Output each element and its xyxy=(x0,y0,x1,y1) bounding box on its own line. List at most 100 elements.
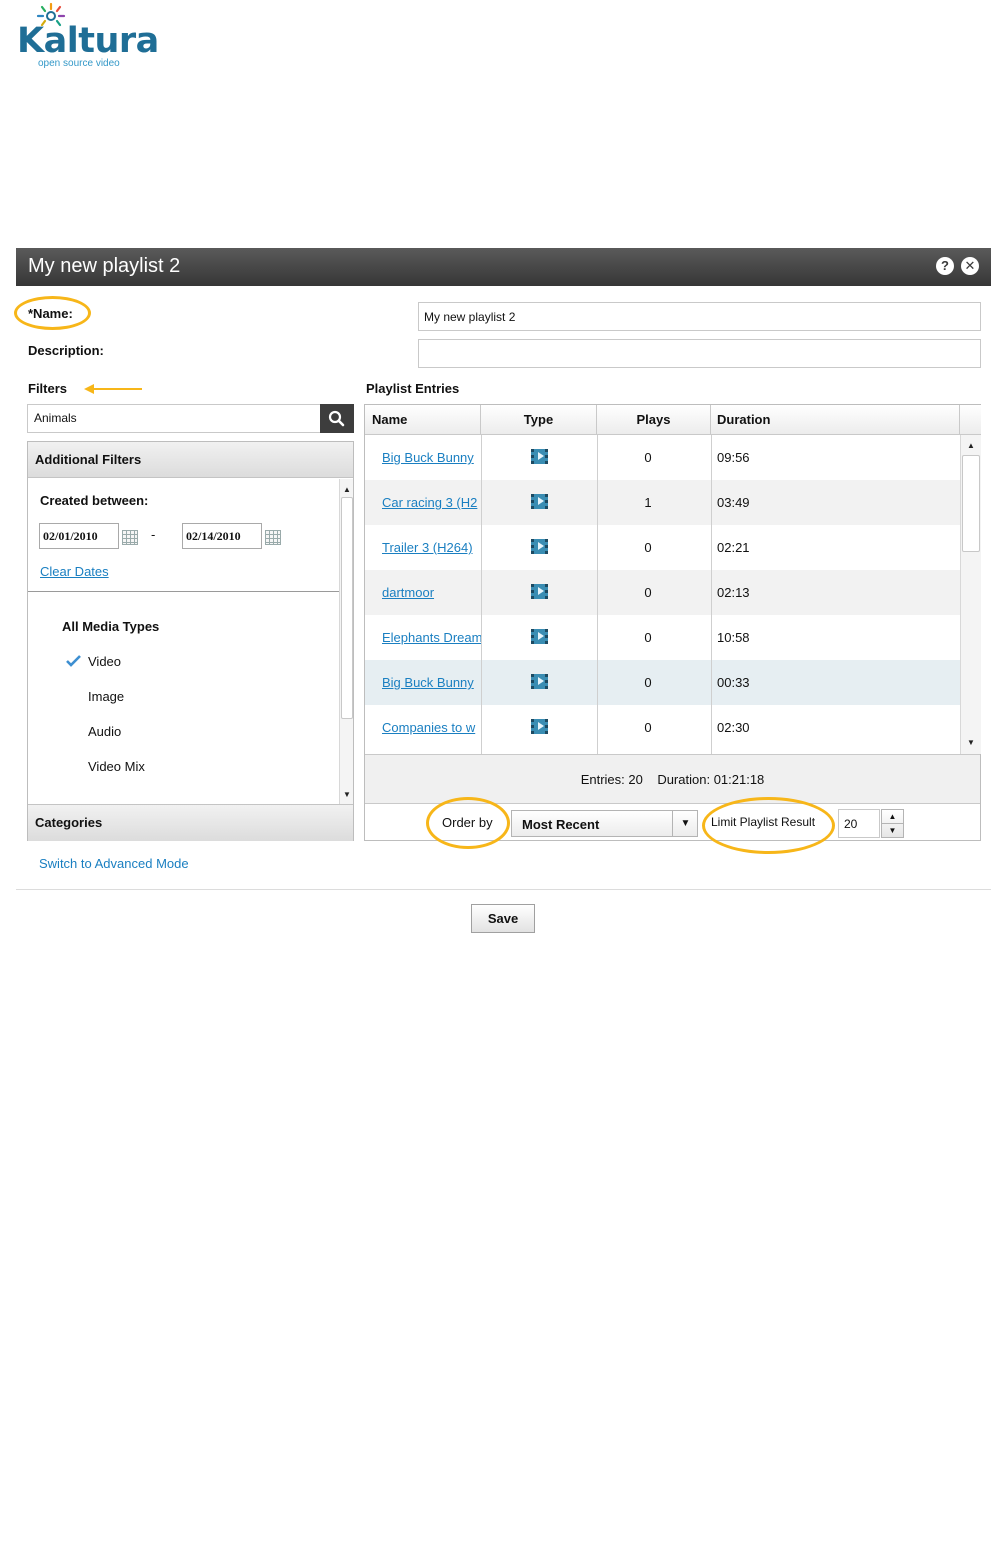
entry-duration: 10:58 xyxy=(717,630,750,645)
column-header-plays[interactable]: Plays xyxy=(597,405,711,435)
column-header-duration[interactable]: Duration xyxy=(711,405,960,435)
duration-label: Duration: xyxy=(657,772,711,787)
table-row[interactable]: Elephants Dream 0 10:58 xyxy=(365,615,960,660)
filter-search-input[interactable]: Animals xyxy=(27,404,321,433)
entry-name-link[interactable]: Big Buck Bunny xyxy=(382,660,481,705)
entry-name-link[interactable]: dartmoor xyxy=(382,570,481,615)
playlist-table: Name Type Plays Duration Big Buck Bunny … xyxy=(364,404,981,841)
search-button[interactable] xyxy=(320,404,354,433)
media-type-image[interactable]: Image xyxy=(88,689,124,704)
save-button[interactable]: Save xyxy=(471,904,535,933)
dialog-title: My new playlist 2 xyxy=(28,255,181,277)
entry-plays: 0 xyxy=(644,720,652,735)
column-divider xyxy=(481,435,482,754)
table-scrollbar[interactable]: ▲ ▼ xyxy=(960,435,981,754)
table-row[interactable]: Car racing 3 (H2 1 03:49 xyxy=(365,480,960,525)
arrow-annotation-icon xyxy=(84,384,142,394)
limit-stepper[interactable]: ▲ ▼ xyxy=(881,809,904,838)
entry-plays: 1 xyxy=(644,495,652,510)
column-header-type[interactable]: Type xyxy=(481,405,597,435)
footer-divider xyxy=(16,889,991,890)
chevron-down-icon[interactable]: ▼ xyxy=(672,811,698,836)
order-by-value: Most Recent xyxy=(522,817,600,832)
media-type-video[interactable]: Video xyxy=(88,654,121,669)
calendar-icon[interactable] xyxy=(265,530,281,545)
limit-annotation-circle xyxy=(702,797,835,854)
limit-result-input[interactable]: 20 xyxy=(838,809,880,838)
order-by-select[interactable]: Most Recent ▼ xyxy=(511,810,698,837)
filters-heading: Filters xyxy=(28,381,68,396)
date-from-field[interactable]: 02/01/2010 xyxy=(39,523,119,549)
table-row[interactable]: Big Buck Bunny 0 00:33 xyxy=(365,660,960,705)
additional-filters-header[interactable]: Additional Filters xyxy=(28,442,353,478)
video-type-icon xyxy=(530,584,548,599)
video-type-icon xyxy=(530,674,548,689)
entry-duration: 09:56 xyxy=(717,450,750,465)
entry-name-link[interactable]: Companies to w xyxy=(382,705,481,750)
media-type-video-mix[interactable]: Video Mix xyxy=(88,759,145,774)
logo-wordmark: Kaltura xyxy=(17,21,159,61)
scroll-thumb[interactable] xyxy=(341,497,353,719)
categories-header[interactable]: Categories xyxy=(28,804,353,841)
kaltura-logo: Kaltura open source video xyxy=(16,0,159,70)
column-header-name[interactable]: Name xyxy=(365,405,481,435)
filters-panel: Additional Filters Created between: 02/0… xyxy=(27,441,354,841)
close-icon[interactable]: ✕ xyxy=(961,257,979,275)
help-icon[interactable]: ? xyxy=(936,257,954,275)
order-by-annotation-circle xyxy=(426,797,510,849)
scroll-down-icon[interactable]: ▼ xyxy=(961,736,981,750)
media-types-label: All Media Types xyxy=(62,619,160,634)
table-row[interactable]: Trailer 3 (H264) 0 02:21 xyxy=(365,525,960,570)
entry-plays: 0 xyxy=(644,540,652,555)
table-row[interactable]: Companies to w 0 02:30 xyxy=(365,705,960,750)
name-annotation-circle xyxy=(14,296,91,330)
video-type-icon xyxy=(530,719,548,734)
filters-scrollbar[interactable]: ▲ ▼ xyxy=(339,479,353,805)
clear-dates-link[interactable]: Clear Dates xyxy=(40,564,109,579)
entry-plays: 0 xyxy=(644,630,652,645)
created-between-label: Created between: xyxy=(40,493,149,508)
playlist-summary: Entries: 20 Duration: 01:21:18 xyxy=(365,754,980,804)
description-label: Description: xyxy=(28,343,104,358)
scroll-up-icon[interactable]: ▲ xyxy=(961,439,981,453)
checkmark-icon xyxy=(66,655,81,667)
entry-plays: 0 xyxy=(644,675,652,690)
entry-duration: 02:21 xyxy=(717,540,750,555)
table-row[interactable]: dartmoor 0 02:13 xyxy=(365,570,960,615)
entry-plays: 0 xyxy=(644,450,652,465)
video-type-icon xyxy=(530,449,548,464)
media-type-audio[interactable]: Audio xyxy=(88,724,121,739)
entry-name-link[interactable]: Elephants Dream xyxy=(382,615,481,660)
duration-total: 01:21:18 xyxy=(713,772,765,787)
column-header-filler xyxy=(960,405,981,435)
entries-label: Entries: xyxy=(580,772,625,787)
date-separator: - xyxy=(151,527,156,542)
entry-plays: 0 xyxy=(644,585,652,600)
entry-name-link[interactable]: Big Buck Bunny xyxy=(382,435,481,480)
scroll-thumb[interactable] xyxy=(962,455,980,552)
stepper-down-icon[interactable]: ▼ xyxy=(882,824,903,837)
divider xyxy=(28,591,339,592)
table-row[interactable]: Big Buck Bunny 0 09:56 xyxy=(365,435,960,480)
video-type-icon xyxy=(530,629,548,644)
playlist-entries-heading: Playlist Entries xyxy=(366,381,460,396)
stepper-up-icon[interactable]: ▲ xyxy=(882,810,903,824)
scroll-down-icon[interactable]: ▼ xyxy=(340,788,354,802)
date-to-field[interactable]: 02/14/2010 xyxy=(182,523,262,549)
logo-tagline: open source video xyxy=(38,58,120,69)
entry-name-link[interactable]: Trailer 3 (H264) xyxy=(382,525,481,570)
description-field[interactable] xyxy=(418,339,981,368)
name-field[interactable]: My new playlist 2 xyxy=(418,302,981,331)
entry-duration: 02:30 xyxy=(717,720,750,735)
dialog-titlebar: My new playlist 2 ? ✕ xyxy=(16,248,991,286)
advanced-mode-link[interactable]: Switch to Advanced Mode xyxy=(39,856,189,871)
video-type-icon xyxy=(530,539,548,554)
entries-count: 20 xyxy=(628,772,643,787)
scroll-up-icon[interactable]: ▲ xyxy=(340,483,354,497)
calendar-icon[interactable] xyxy=(122,530,138,545)
column-divider xyxy=(711,435,712,754)
search-icon xyxy=(328,410,345,427)
video-type-icon xyxy=(530,494,548,509)
entry-name-link[interactable]: Car racing 3 (H2 xyxy=(382,480,481,525)
entry-duration: 02:13 xyxy=(717,585,750,600)
